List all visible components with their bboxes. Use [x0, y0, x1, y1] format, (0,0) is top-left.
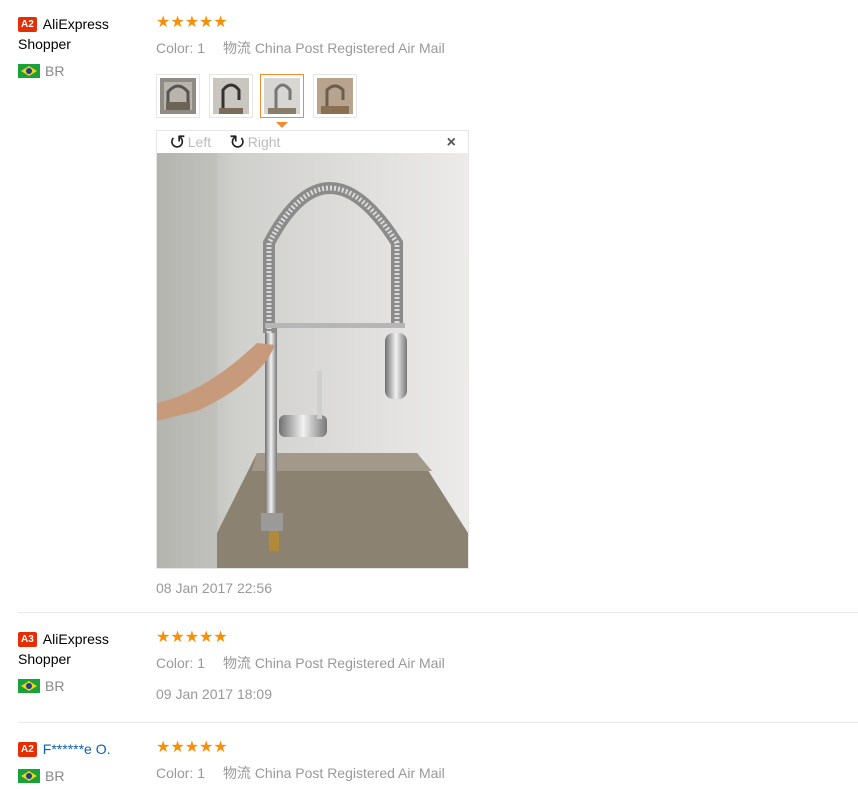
- photo-thumbnail[interactable]: [209, 74, 253, 118]
- review-content: ★★★★★ Color: 1 物流 China Post Registered …: [156, 14, 445, 58]
- color-label: Color:: [156, 765, 194, 781]
- review-divider: [18, 612, 858, 613]
- star-rating: ★★★★★: [156, 629, 228, 646]
- buyer-level-badge: A2: [18, 17, 37, 32]
- photo-thumbnail[interactable]: [313, 74, 357, 118]
- reviewer-country: BR: [45, 63, 65, 79]
- buyer-level-badge: A2: [18, 742, 37, 757]
- reviewer-info: A2 AliExpress Shopper BR: [18, 14, 143, 80]
- order-info: Color: 1 物流 China Post Registered Air Ma…: [156, 763, 445, 783]
- review-date: 09 Jan 2017 18:09: [156, 686, 272, 702]
- shipping-method: 物流 China Post Registered Air Mail: [222, 655, 445, 671]
- rotate-right-button[interactable]: ↻ Right: [229, 131, 280, 154]
- photo-viewer: ↺ Left ↻ Right ×: [156, 130, 469, 569]
- reviewer-country: BR: [45, 768, 65, 784]
- rotate-left-button[interactable]: ↺ Left: [169, 131, 211, 154]
- star-rating: ★★★★★: [156, 739, 228, 756]
- rotate-right-icon: ↻: [229, 132, 246, 154]
- brazil-flag-icon: [18, 769, 40, 783]
- review-divider: [18, 722, 858, 723]
- color-value: 1: [197, 655, 206, 671]
- close-icon[interactable]: ×: [447, 134, 456, 152]
- brazil-flag-icon: [18, 679, 40, 693]
- shipping-method: 物流 China Post Registered Air Mail: [222, 40, 445, 56]
- reviewer-name-link[interactable]: F******e O.: [43, 741, 111, 757]
- selected-thumbnail-caret: [276, 122, 288, 128]
- brazil-flag-icon: [18, 64, 40, 78]
- photo-thumbnail-selected[interactable]: [260, 74, 304, 118]
- star-rating: ★★★★★: [156, 14, 228, 31]
- reviewer-country: BR: [45, 678, 65, 694]
- color-label: Color:: [156, 655, 194, 671]
- photo-viewer-toolbar: ↺ Left ↻ Right ×: [157, 131, 468, 154]
- photo-thumbnail[interactable]: [156, 74, 200, 118]
- order-info: Color: 1 物流 China Post Registered Air Ma…: [156, 653, 445, 673]
- color-value: 1: [197, 765, 206, 781]
- reviewer-info: A2 F******e O. BR: [18, 739, 143, 785]
- rotate-left-icon: ↺: [169, 132, 186, 154]
- review-date: 08 Jan 2017 22:56: [156, 580, 272, 596]
- buyer-level-badge: A3: [18, 632, 37, 647]
- order-info: Color: 1 物流 China Post Registered Air Ma…: [156, 38, 445, 58]
- review-photo-faucet: [157, 153, 468, 568]
- color-value: 1: [197, 40, 206, 56]
- review-content: ★★★★★ Color: 1 物流 China Post Registered …: [156, 629, 445, 703]
- review-content: ★★★★★ Color: 1 物流 China Post Registered …: [156, 739, 445, 783]
- shipping-method: 物流 China Post Registered Air Mail: [222, 765, 445, 781]
- reviewer-info: A3 AliExpress Shopper BR: [18, 629, 143, 695]
- color-label: Color:: [156, 40, 194, 56]
